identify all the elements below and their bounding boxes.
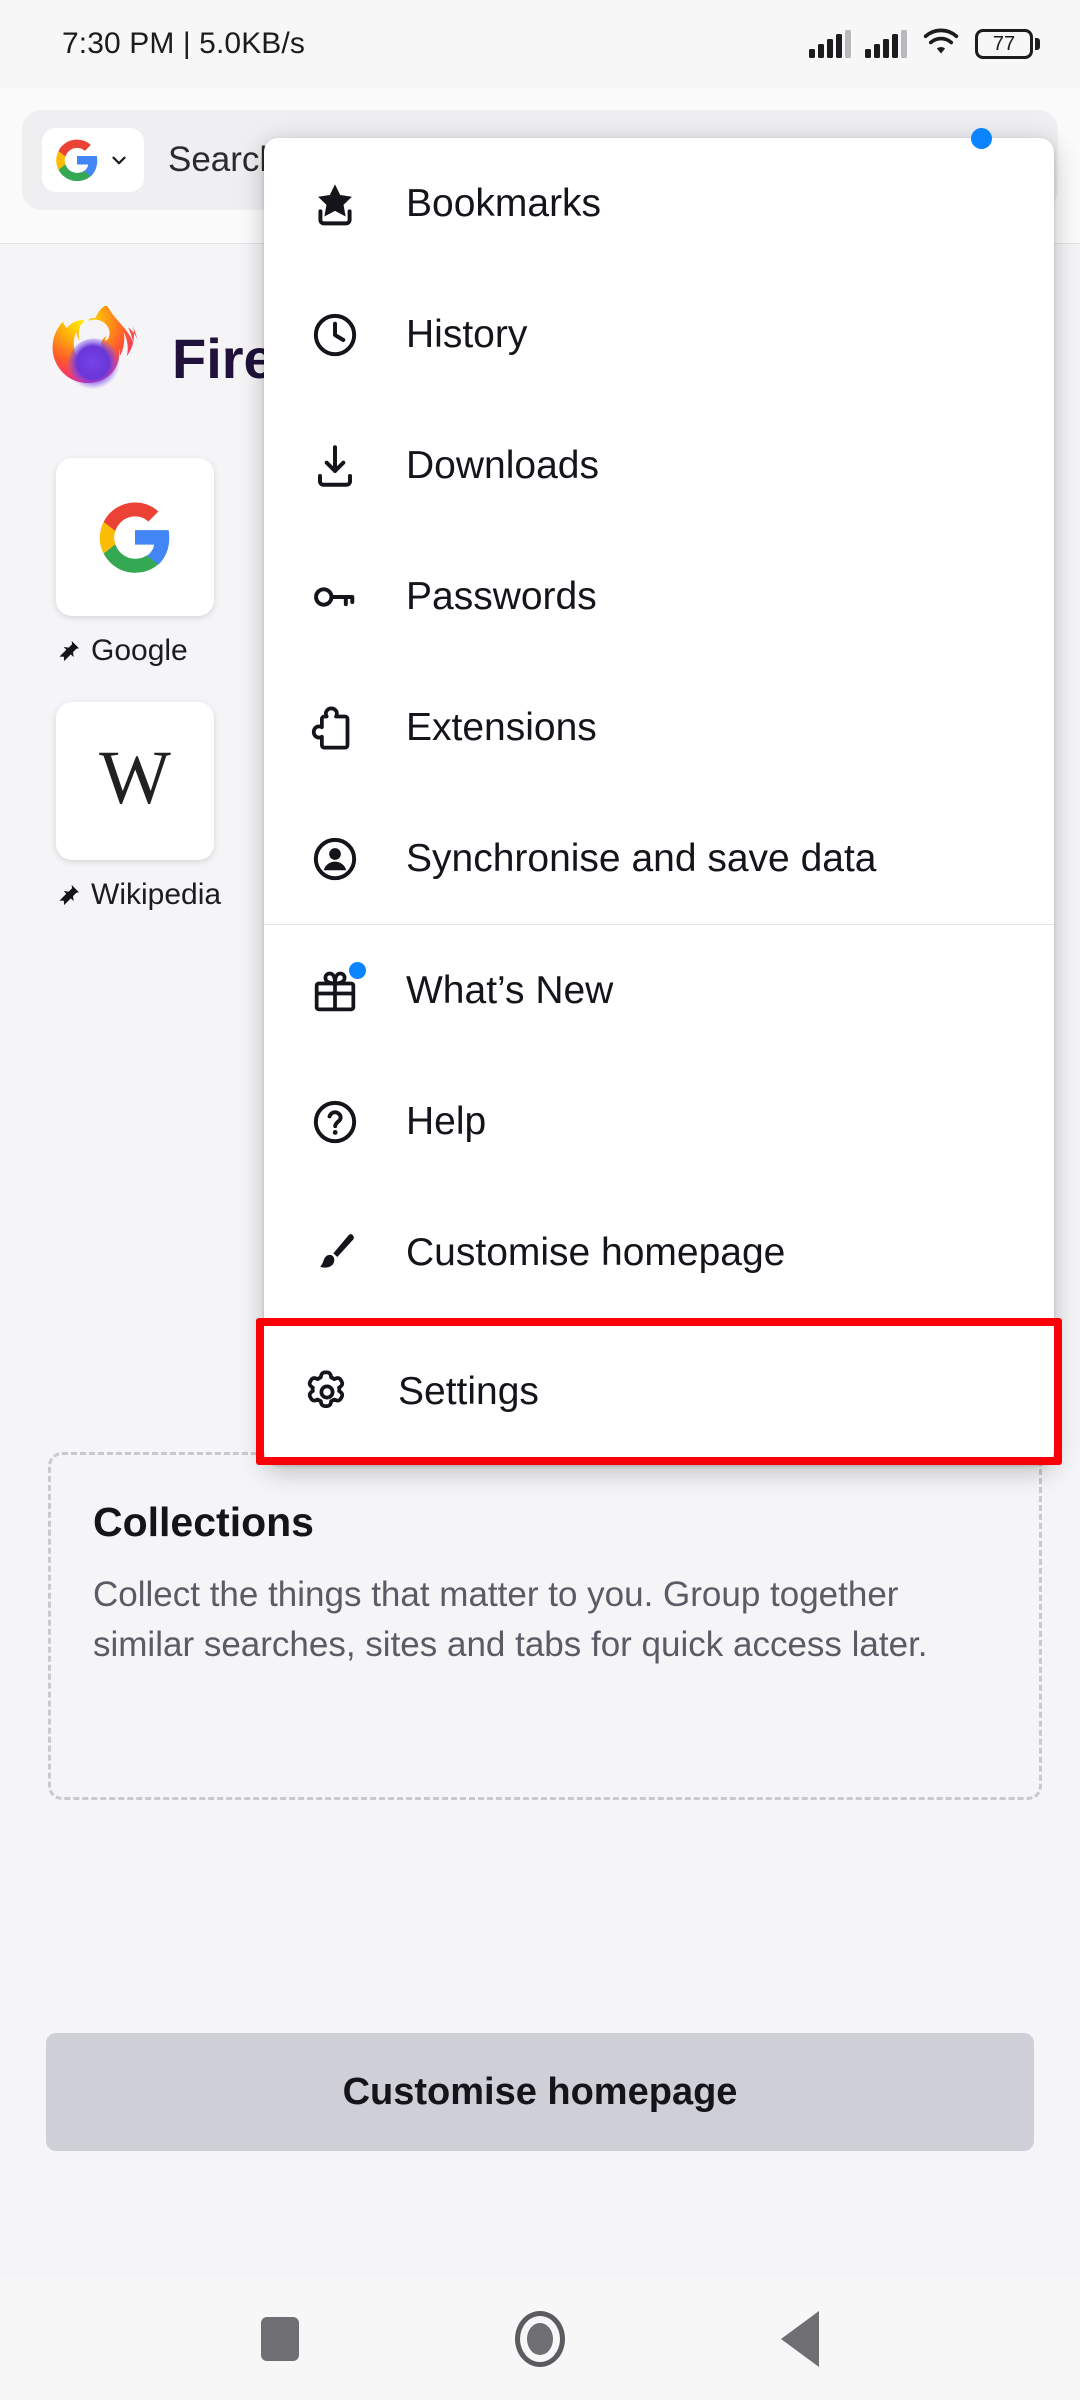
- account-circle-icon: [308, 832, 362, 886]
- menu-item-label: Help: [406, 1099, 487, 1143]
- shortcut-label-row: Google: [56, 634, 214, 668]
- menu-group-secondary: What’s New Help Customise homepage Setti…: [256, 925, 1062, 1465]
- gear-icon: [300, 1365, 354, 1419]
- menu-group-primary: Bookmarks History Downloads Passwords Ex…: [264, 138, 1054, 924]
- phone-screen: 7:30 PM | 5.0KB/s 77 Search Google W Wik…: [0, 0, 1080, 2400]
- menu-item-history[interactable]: History: [264, 269, 1054, 400]
- search-engine-selector[interactable]: [42, 128, 144, 192]
- home-circle-icon: [515, 2311, 565, 2367]
- battery-icon: 77: [975, 29, 1040, 59]
- menu-item-passwords[interactable]: Passwords: [264, 531, 1054, 662]
- wifi-icon: [921, 26, 961, 63]
- signal-bars-icon: [809, 30, 851, 58]
- menu-item-whats-new[interactable]: What’s New: [264, 925, 1054, 1056]
- menu-item-synchronise-and-save-data[interactable]: Synchronise and save data: [264, 793, 1054, 924]
- shortcut-tile[interactable]: W: [56, 702, 214, 860]
- menu-item-label: Bookmarks: [406, 181, 602, 225]
- bookmark-star-icon: [308, 177, 362, 231]
- key-icon: [308, 570, 362, 624]
- recents-square-icon: [261, 2317, 299, 2361]
- shortcut-wikipedia[interactable]: W Wikipedia: [56, 702, 221, 912]
- battery-level-text: 77: [992, 33, 1016, 55]
- shortcut-google[interactable]: Google: [56, 458, 214, 668]
- main-menu-popup: Bookmarks History Downloads Passwords Ex…: [256, 128, 1062, 1465]
- collections-description: Collect the things that matter to you. G…: [93, 1575, 928, 1664]
- menu-item-settings[interactable]: Settings: [256, 1318, 1062, 1465]
- signal-bars-icon: [865, 30, 907, 58]
- menu-item-label: History: [406, 312, 528, 356]
- menu-item-downloads[interactable]: Downloads: [264, 400, 1054, 531]
- puzzle-piece-icon: [308, 701, 362, 755]
- shortcut-tile[interactable]: [56, 458, 214, 616]
- pin-icon: [59, 641, 79, 662]
- menu-item-label: Settings: [398, 1369, 539, 1413]
- collections-card: Collections Collect the things that matt…: [48, 1452, 1042, 1800]
- shortcut-label-row: Wikipedia: [56, 878, 221, 912]
- paintbrush-icon: [308, 1226, 362, 1280]
- recents-button[interactable]: [238, 2297, 322, 2381]
- menu-item-label: Synchronise and save data: [406, 836, 877, 880]
- back-button[interactable]: [758, 2297, 842, 2381]
- menu-item-bookmarks[interactable]: Bookmarks: [264, 138, 1054, 269]
- android-nav-bar: [0, 2278, 1080, 2400]
- shortcut-label: Google: [91, 634, 188, 667]
- google-logo-icon: [99, 502, 170, 573]
- menu-item-label: Extensions: [406, 705, 597, 749]
- download-icon: [308, 439, 362, 493]
- back-triangle-icon: [781, 2311, 819, 2367]
- pin-icon: [59, 885, 79, 906]
- status-icons: 77: [809, 26, 1040, 63]
- firefox-logo-icon: [52, 306, 138, 391]
- menu-item-label: Downloads: [406, 443, 599, 487]
- status-time-and-network-speed: 7:30 PM | 5.0KB/s: [62, 27, 305, 60]
- status-bar: 7:30 PM | 5.0KB/s 77: [0, 0, 1080, 88]
- customise-homepage-button[interactable]: Customise homepage: [46, 2033, 1034, 2151]
- menu-item-label: Customise homepage: [406, 1230, 786, 1274]
- new-badge-icon: [349, 961, 366, 979]
- home-button[interactable]: [498, 2297, 582, 2381]
- wikipedia-logo-icon: W: [99, 736, 171, 820]
- menu-item-label: Passwords: [406, 574, 597, 618]
- collections-title: Collections: [93, 1499, 314, 1545]
- menu-item-label: What’s New: [406, 968, 614, 1012]
- google-logo-icon: [56, 139, 98, 182]
- clock-icon: [308, 308, 362, 362]
- gift-icon: [308, 961, 366, 1018]
- menu-item-customise-homepage[interactable]: Customise homepage: [264, 1187, 1054, 1318]
- menu-item-extensions[interactable]: Extensions: [264, 662, 1054, 793]
- shortcut-label: Wikipedia: [91, 878, 222, 911]
- question-circle-icon: [308, 1095, 362, 1149]
- menu-item-help[interactable]: Help: [264, 1056, 1054, 1187]
- chevron-down-icon: [112, 156, 126, 165]
